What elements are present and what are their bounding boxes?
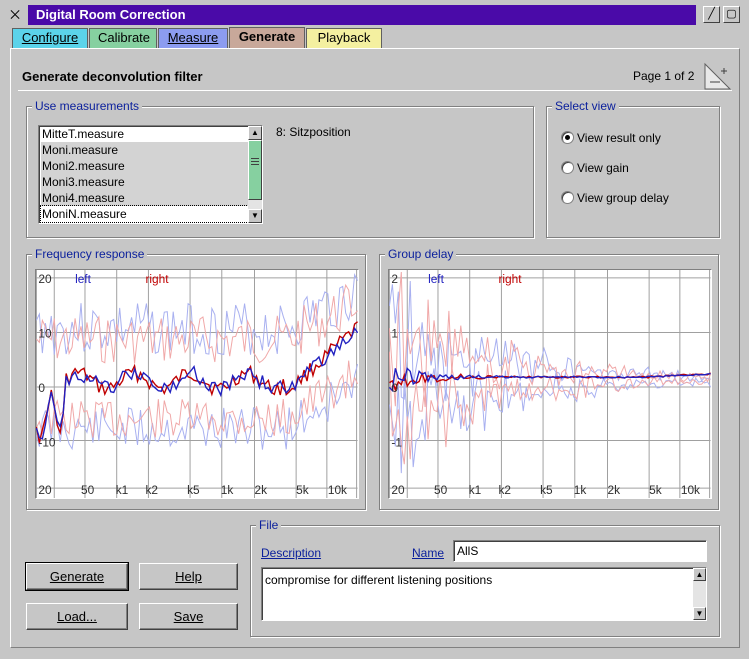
y-tick-label: 0 bbox=[391, 381, 398, 395]
y-tick-label: 10 bbox=[38, 326, 52, 340]
radio-view-result[interactable] bbox=[561, 131, 574, 144]
page-turn-icon[interactable] bbox=[704, 62, 732, 90]
group-delay-legend: Group delay bbox=[385, 247, 457, 261]
select-view-legend: Select view bbox=[552, 99, 619, 113]
x-tick-label: 20 bbox=[391, 483, 405, 497]
radio-label[interactable]: View gain bbox=[577, 161, 629, 175]
minimize-icon[interactable]: ╱ bbox=[703, 6, 720, 23]
load-button[interactable]: Load... bbox=[26, 603, 128, 630]
scroll-down-icon[interactable]: ▼ bbox=[248, 209, 262, 223]
header-divider bbox=[18, 90, 732, 91]
list-item[interactable]: Moni3.measure bbox=[41, 174, 248, 190]
page-indicator: Page 1 of 2 bbox=[633, 69, 695, 83]
x-tick-label: 50 bbox=[81, 483, 95, 497]
x-tick-label: 5k bbox=[649, 483, 662, 497]
window-title: Digital Room Correction bbox=[28, 5, 696, 25]
legend-right: right bbox=[498, 272, 522, 286]
radio-view-group-delay[interactable] bbox=[561, 191, 574, 204]
y-tick-label: 20 bbox=[38, 272, 52, 286]
maximize-icon[interactable]: ▢ bbox=[723, 6, 740, 23]
measurements-legend: Use measurements bbox=[32, 99, 143, 113]
x-tick-label: k1 bbox=[469, 483, 482, 497]
tab-configure[interactable]: Configure bbox=[12, 28, 88, 48]
radio-label[interactable]: View result only bbox=[577, 131, 661, 145]
page-title: Generate deconvolution filter bbox=[22, 69, 203, 84]
x-tick-label: 10k bbox=[328, 483, 347, 497]
radio-label[interactable]: View group delay bbox=[577, 191, 669, 205]
x-tick-label: k2 bbox=[145, 483, 158, 497]
help-button[interactable]: Help bbox=[139, 563, 238, 590]
list-item[interactable]: Moni4.measure bbox=[41, 190, 248, 206]
save-button[interactable]: Save bbox=[139, 603, 238, 630]
generate-button[interactable]: Generate bbox=[25, 562, 129, 591]
y-tick-label: 1 bbox=[391, 326, 398, 340]
description-textarea[interactable]: compromise for different listening posit… bbox=[261, 567, 707, 621]
file-legend: File bbox=[256, 518, 282, 532]
list-item[interactable]: MitteT.measure bbox=[41, 126, 248, 142]
legend-left: left bbox=[75, 272, 92, 286]
tab-playback[interactable]: Playback bbox=[306, 28, 382, 48]
x-tick-label: k1 bbox=[116, 483, 129, 497]
x-tick-label: 2k bbox=[607, 483, 620, 497]
measurement-info: 8: Sitzposition bbox=[276, 125, 351, 139]
x-tick-label: 1k bbox=[574, 483, 587, 497]
x-tick-label: 1k bbox=[221, 483, 234, 497]
scroll-down-icon[interactable]: ▼ bbox=[693, 607, 706, 620]
x-tick-label: k2 bbox=[498, 483, 511, 497]
system-menu-icon[interactable]: ⨉ bbox=[6, 6, 24, 24]
frequency-response-plot[interactable]: left right 20 10 0 -10 20 50 k1 k2 k5 1k 2k 5k 10k bbox=[35, 269, 359, 499]
radio-view-gain[interactable] bbox=[561, 161, 574, 174]
legend-left: left bbox=[428, 272, 445, 286]
y-tick-label: -10 bbox=[38, 435, 56, 449]
legend-right: right bbox=[145, 272, 169, 286]
tab-generate[interactable]: Generate bbox=[229, 27, 305, 49]
scroll-up-icon[interactable]: ▲ bbox=[693, 568, 706, 581]
group-delay-plot[interactable]: left right 2 1 0 -1 20 50 k1 k2 k5 1k 2k 5k 10k bbox=[388, 269, 712, 499]
description-scrollbar[interactable]: ▲ ▼ bbox=[693, 568, 706, 620]
list-item[interactable]: MoniN.measure bbox=[40, 205, 249, 223]
tab-calibrate[interactable]: Calibrate bbox=[89, 28, 157, 48]
x-tick-label: 20 bbox=[38, 483, 52, 497]
frequency-response-legend: Frequency response bbox=[32, 247, 148, 261]
scroll-up-icon[interactable]: ▲ bbox=[248, 126, 262, 140]
y-tick-label: 0 bbox=[38, 381, 45, 395]
radio-dot-icon bbox=[565, 135, 570, 140]
x-tick-label: 10k bbox=[681, 483, 700, 497]
measurement-list[interactable]: MitteT.measure Moni.measure Moni2.measur… bbox=[38, 125, 263, 224]
x-tick-label: k5 bbox=[187, 483, 200, 497]
list-scrollbar[interactable]: ▲ ▼ bbox=[248, 126, 262, 223]
scroll-thumb[interactable] bbox=[248, 140, 262, 200]
list-item[interactable]: Moni.measure bbox=[41, 142, 248, 158]
name-input[interactable]: AllS bbox=[453, 540, 707, 562]
y-tick-label: 2 bbox=[391, 272, 398, 286]
x-tick-label: 2k bbox=[254, 483, 267, 497]
y-tick-label: -1 bbox=[391, 435, 402, 449]
x-tick-label: k5 bbox=[540, 483, 553, 497]
name-label: Name bbox=[412, 546, 445, 560]
x-tick-label: 5k bbox=[296, 483, 309, 497]
x-tick-label: 50 bbox=[434, 483, 448, 497]
list-item[interactable]: Moni2.measure bbox=[41, 158, 248, 174]
description-label: Description bbox=[261, 546, 322, 560]
tab-measure[interactable]: Measure bbox=[158, 28, 228, 48]
